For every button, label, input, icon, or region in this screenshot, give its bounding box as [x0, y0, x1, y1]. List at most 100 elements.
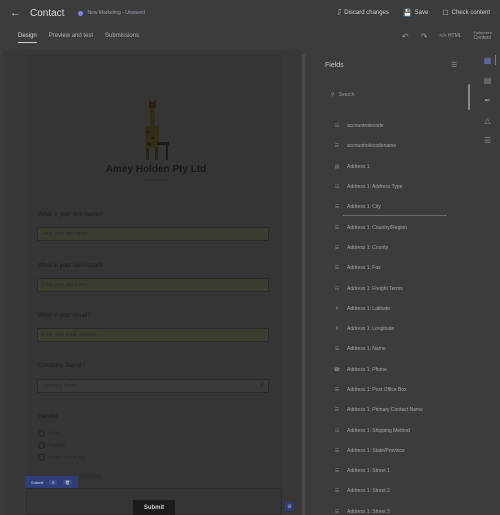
tab-preview-and-test[interactable]: Preview and test: [49, 28, 93, 44]
radio-button[interactable]: [38, 442, 45, 449]
first-name-field[interactable]: Enter your first name: [37, 227, 269, 241]
theme-icon[interactable]: ✒: [475, 90, 500, 110]
check-content-button[interactable]: ☐ Check content: [442, 9, 490, 17]
gender-option-male[interactable]: Male: [38, 430, 60, 437]
scrollbar[interactable]: [468, 84, 470, 110]
undo-icon[interactable]: ↶: [402, 32, 409, 41]
field-item-label: Address 1: Fax: [347, 265, 381, 272]
text-icon: ☰: [334, 488, 340, 495]
tab-submissions[interactable]: Submissions: [105, 28, 139, 44]
field-item[interactable]: ☎ Address 1: Phone: [333, 360, 463, 380]
phone-icon: ☎: [333, 366, 341, 373]
add-element-icon[interactable]: ▦: [475, 50, 500, 70]
number-icon: #: [335, 305, 339, 312]
radio-button[interactable]: [38, 430, 45, 437]
field-item[interactable]: ☰ Address 1: Name: [333, 339, 463, 359]
field-item-label: Address 1: Street 2: [347, 488, 390, 495]
text-icon: ☰: [334, 346, 340, 353]
arrow-left-icon[interactable]: ←: [10, 7, 24, 19]
more-icon[interactable]: ☰: [451, 61, 457, 69]
field-item-label: Address 1: State/Province: [347, 447, 405, 454]
field-item-label: Address 1: City: [347, 204, 381, 211]
field-item[interactable]: ☰ Address 1: Country/Region: [333, 217, 463, 237]
field-item[interactable]: ☰ Address 1: City: [333, 197, 463, 217]
field-item[interactable]: ☷ Address 1: Freight Terms: [333, 278, 463, 298]
gender-option-prefer-not[interactable]: Prefer not to say: [38, 454, 86, 461]
field-item[interactable]: ☰ Address 1: County: [333, 238, 463, 258]
consent-marketing[interactable]: Marketing: [80, 474, 102, 480]
last-name-field[interactable]: Enter your last name: [37, 278, 269, 292]
close-icon[interactable]: ✕: [49, 479, 57, 485]
search-icon: ⚲: [331, 92, 335, 98]
text-icon: ☰: [334, 224, 340, 231]
radio-label: Female: [49, 442, 66, 449]
content-view-button[interactable]: Fullscreen Content: [474, 31, 492, 42]
organization-name: Amey Holden Pty Ltd: [105, 164, 207, 175]
choice-icon: ☷: [334, 123, 340, 130]
field-item[interactable]: # Address 1: Longitude: [333, 319, 463, 339]
html-button[interactable]: </> HTML: [439, 33, 461, 39]
field-item[interactable]: ☷ Address 1: Address Type: [333, 177, 463, 197]
settings-icon[interactable]: ⚙: [285, 502, 294, 511]
fields-panel-title: Fields: [325, 62, 344, 69]
first-name-question: What is your first name?: [38, 212, 103, 218]
check-content-icon: ☐: [442, 10, 449, 17]
field-item-label: Address 1: Post Office Box: [347, 387, 407, 393]
text-icon: ☰: [334, 508, 340, 515]
choice-icon: ☷: [334, 184, 340, 191]
field-item[interactable]: ▤ Address 1: [333, 157, 463, 177]
submit-element-tag[interactable]: Submit ✕ 🗑: [25, 476, 78, 488]
field-item-label: Address 1: Street 1: [347, 468, 390, 475]
gender-question: Gender: [38, 414, 59, 420]
delete-icon[interactable]: 🗑: [62, 479, 72, 485]
search-placeholder: Search: [338, 92, 355, 98]
field-item[interactable]: ☰ Address 1: Fax: [333, 258, 463, 278]
radio-button[interactable]: [38, 454, 45, 461]
field-item-label: Address 1: Primary Contact Name: [347, 407, 423, 414]
company-name-field[interactable]: Company Name ⚲: [37, 379, 269, 393]
fields-icon[interactable]: ▤: [475, 70, 500, 90]
company-placeholder: Company Name: [41, 383, 78, 389]
html-label: HTML: [447, 33, 462, 39]
field-item-label: Address 1: Country/Region: [347, 224, 408, 231]
save-label: Save: [414, 10, 429, 16]
fields-panel: Fields ☰ ⚲ Search ☷ accountrolecode ☰ accou…: [311, 54, 471, 515]
field-item[interactable]: ☷ accountrolecode: [333, 116, 463, 136]
tabs-bar: Design Preview and test Submissions ↶ ↷ …: [0, 26, 500, 46]
field-item[interactable]: ☰ Address 1: Primary Contact Name: [333, 400, 463, 420]
choice-icon: ☷: [334, 285, 340, 292]
redo-icon[interactable]: ↷: [421, 32, 428, 41]
save-icon: 💾: [402, 10, 412, 17]
fields-search-input[interactable]: ⚲ Search: [331, 92, 355, 98]
tab-design[interactable]: Design: [18, 28, 37, 44]
radio-label: Prefer not to say: [49, 454, 86, 461]
submit-button[interactable]: Submit: [133, 500, 175, 515]
field-item[interactable]: ☷ Address 1: Shipping Method: [333, 420, 463, 440]
field-item[interactable]: ☰ Address 1: State/Province: [333, 441, 463, 461]
choice-icon: ☷: [334, 427, 340, 434]
text-icon: ☰: [334, 468, 340, 475]
text-icon: ☰: [334, 143, 340, 150]
discard-label: Discard changes: [344, 10, 389, 16]
text-icon: ☰: [334, 204, 340, 211]
save-button[interactable]: 💾 Save: [403, 9, 428, 17]
field-item[interactable]: ☰ Address 1: Street 3: [333, 502, 463, 515]
field-item[interactable]: ☰ Address 1: Street 1: [333, 461, 463, 481]
field-item[interactable]: ☰ Address 1: Post Office Box: [333, 380, 463, 400]
organization-tagline: Nothing but love: [145, 178, 167, 182]
top-actions: ⎎ Discard changes 💾 Save ☐ Check content: [338, 9, 490, 17]
field-item[interactable]: # Address 1: Latitude: [333, 299, 463, 319]
text-icon: ☰: [334, 265, 340, 272]
text-icon: ☰: [334, 244, 340, 251]
company-question-label: Company Name: [38, 363, 82, 369]
settings-icon[interactable]: ☰: [475, 130, 500, 150]
panel-divider[interactable]: [302, 54, 305, 515]
field-item[interactable]: ☰ accountrolecodename: [333, 136, 463, 156]
discard-changes-button[interactable]: ⎎ Discard changes: [338, 9, 389, 17]
page-title: Contact: [30, 7, 65, 19]
field-item-label: Address 1: Address Type: [347, 184, 403, 191]
email-field[interactable]: Enter your email address: [37, 328, 269, 342]
field-item[interactable]: ☰ Address 1: Street 2: [333, 481, 463, 501]
styles-icon[interactable]: △: [475, 110, 500, 130]
gender-option-female[interactable]: Female: [38, 442, 66, 449]
